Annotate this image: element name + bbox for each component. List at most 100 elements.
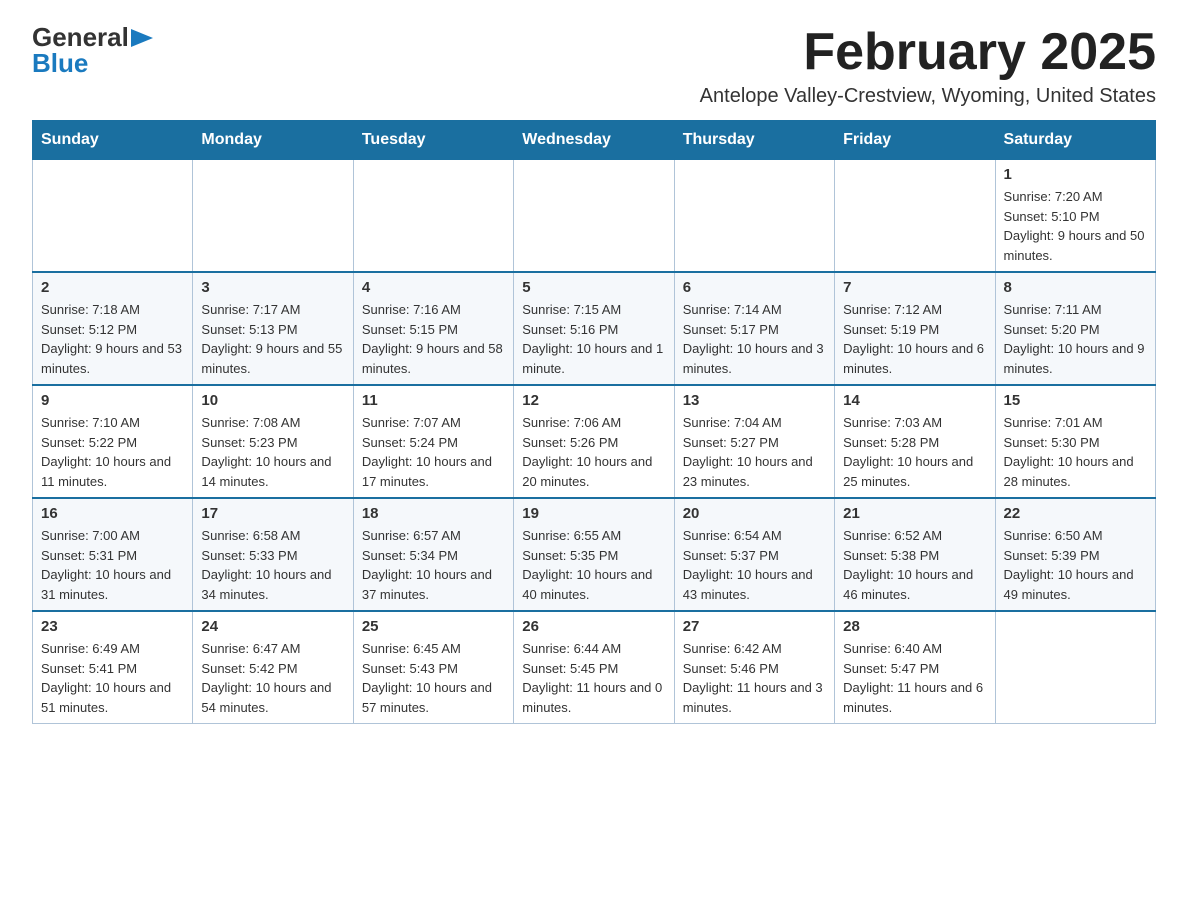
day-number: 13: [683, 392, 826, 409]
calendar-day-cell: [995, 611, 1155, 724]
calendar-day-header: Friday: [835, 121, 995, 160]
calendar-day-header: Wednesday: [514, 121, 674, 160]
day-number: 21: [843, 505, 986, 522]
day-number: 14: [843, 392, 986, 409]
day-number: 26: [522, 618, 665, 635]
day-info: Sunrise: 6:44 AMSunset: 5:45 PMDaylight:…: [522, 639, 665, 717]
day-info: Sunrise: 7:18 AMSunset: 5:12 PMDaylight:…: [41, 300, 184, 378]
calendar-day-header: Monday: [193, 121, 353, 160]
day-number: 17: [201, 505, 344, 522]
calendar-day-cell: 11 Sunrise: 7:07 AMSunset: 5:24 PMDayligh…: [353, 385, 513, 498]
day-number: 27: [683, 618, 826, 635]
day-info: Sunrise: 6:45 AMSunset: 5:43 PMDaylight:…: [362, 639, 505, 717]
day-number: 6: [683, 279, 826, 296]
day-number: 4: [362, 279, 505, 296]
calendar-day-cell: 23 Sunrise: 6:49 AMSunset: 5:41 PMDayligh…: [33, 611, 193, 724]
calendar-day-header: Saturday: [995, 121, 1155, 160]
day-number: 28: [843, 618, 986, 635]
calendar-day-cell: 9Sunrise: 7:10 AMSunset: 5:22 PMDaylight…: [33, 385, 193, 498]
calendar-day-cell: [674, 160, 834, 273]
calendar-week-row: 9Sunrise: 7:10 AMSunset: 5:22 PMDaylight…: [33, 385, 1156, 498]
page-header: General Blue February 2025 Antelope Vall…: [32, 24, 1156, 108]
day-info: Sunrise: 7:20 AMSunset: 5:10 PMDaylight:…: [1004, 187, 1147, 265]
calendar-day-cell: 16 Sunrise: 7:00 AMSunset: 5:31 PMDayligh…: [33, 498, 193, 611]
calendar-day-cell: 12Sunrise: 7:06 AMSunset: 5:26 PMDayligh…: [514, 385, 674, 498]
day-info: Sunrise: 6:57 AMSunset: 5:34 PMDaylight:…: [362, 526, 505, 604]
day-number: 16: [41, 505, 184, 522]
calendar-day-cell: 25Sunrise: 6:45 AMSunset: 5:43 PMDayligh…: [353, 611, 513, 724]
day-info: Sunrise: 7:08 AMSunset: 5:23 PMDaylight:…: [201, 413, 344, 491]
calendar-week-row: 23 Sunrise: 6:49 AMSunset: 5:41 PMDayligh…: [33, 611, 1156, 724]
day-number: 7: [843, 279, 986, 296]
calendar-day-cell: [193, 160, 353, 273]
day-info: Sunrise: 7:15 AMSunset: 5:16 PMDaylight:…: [522, 300, 665, 378]
day-number: 23: [41, 618, 184, 635]
day-number: 22: [1004, 505, 1147, 522]
calendar-day-cell: [835, 160, 995, 273]
logo-arrow-icon: [131, 29, 153, 47]
calendar-day-cell: 19 Sunrise: 6:55 AMSunset: 5:35 PMDayligh…: [514, 498, 674, 611]
calendar-day-cell: [33, 160, 193, 273]
day-info: Sunrise: 6:49 AMSunset: 5:41 PMDaylight:…: [41, 639, 184, 717]
day-info: Sunrise: 7:01 AMSunset: 5:30 PMDaylight:…: [1004, 413, 1147, 491]
day-info: Sunrise: 7:00 AMSunset: 5:31 PMDaylight:…: [41, 526, 184, 604]
day-info: Sunrise: 6:40 AMSunset: 5:47 PMDaylight:…: [843, 639, 986, 717]
calendar-day-cell: [353, 160, 513, 273]
calendar-week-row: 16 Sunrise: 7:00 AMSunset: 5:31 PMDayligh…: [33, 498, 1156, 611]
calendar-header-row: SundayMondayTuesdayWednesdayThursdayFrid…: [33, 121, 1156, 160]
day-info: Sunrise: 7:17 AMSunset: 5:13 PMDaylight:…: [201, 300, 344, 378]
calendar-day-header: Thursday: [674, 121, 834, 160]
day-info: Sunrise: 7:12 AMSunset: 5:19 PMDaylight:…: [843, 300, 986, 378]
day-number: 8: [1004, 279, 1147, 296]
day-info: Sunrise: 6:54 AMSunset: 5:37 PMDaylight:…: [683, 526, 826, 604]
day-info: Sunrise: 7:11 AMSunset: 5:20 PMDaylight:…: [1004, 300, 1147, 378]
month-title: February 2025: [700, 24, 1156, 81]
day-info: Sunrise: 7:04 AMSunset: 5:27 PMDaylight:…: [683, 413, 826, 491]
day-info: Sunrise: 7:16 AMSunset: 5:15 PMDaylight:…: [362, 300, 505, 378]
day-info: Sunrise: 6:55 AMSunset: 5:35 PMDaylight:…: [522, 526, 665, 604]
day-number: 18: [362, 505, 505, 522]
calendar-day-cell: 13 Sunrise: 7:04 AMSunset: 5:27 PMDayligh…: [674, 385, 834, 498]
day-info: Sunrise: 6:58 AMSunset: 5:33 PMDaylight:…: [201, 526, 344, 604]
calendar-day-cell: 18 Sunrise: 6:57 AMSunset: 5:34 PMDayligh…: [353, 498, 513, 611]
title-section: February 2025 Antelope Valley-Crestview,…: [700, 24, 1156, 108]
logo-blue: Blue: [32, 50, 88, 76]
calendar-day-cell: 10 Sunrise: 7:08 AMSunset: 5:23 PMDayligh…: [193, 385, 353, 498]
day-number: 19: [522, 505, 665, 522]
calendar-day-cell: 15 Sunrise: 7:01 AMSunset: 5:30 PMDayligh…: [995, 385, 1155, 498]
calendar-day-header: Tuesday: [353, 121, 513, 160]
calendar-day-cell: 21Sunrise: 6:52 AMSunset: 5:38 PMDayligh…: [835, 498, 995, 611]
calendar-day-cell: 8 Sunrise: 7:11 AMSunset: 5:20 PMDaylight…: [995, 272, 1155, 385]
calendar-day-cell: 5 Sunrise: 7:15 AMSunset: 5:16 PMDaylight…: [514, 272, 674, 385]
day-info: Sunrise: 7:14 AMSunset: 5:17 PMDaylight:…: [683, 300, 826, 378]
calendar-day-cell: 24Sunrise: 6:47 AMSunset: 5:42 PMDayligh…: [193, 611, 353, 724]
day-info: Sunrise: 7:06 AMSunset: 5:26 PMDaylight:…: [522, 413, 665, 491]
calendar-day-cell: 26 Sunrise: 6:44 AMSunset: 5:45 PMDayligh…: [514, 611, 674, 724]
day-number: 20: [683, 505, 826, 522]
calendar-day-cell: 4 Sunrise: 7:16 AMSunset: 5:15 PMDaylight…: [353, 272, 513, 385]
calendar-day-cell: [514, 160, 674, 273]
calendar-day-cell: 1 Sunrise: 7:20 AMSunset: 5:10 PMDaylight…: [995, 160, 1155, 273]
calendar-day-cell: 3 Sunrise: 7:17 AMSunset: 5:13 PMDaylight…: [193, 272, 353, 385]
logo: General Blue: [32, 24, 153, 76]
day-number: 2: [41, 279, 184, 296]
day-number: 15: [1004, 392, 1147, 409]
day-number: 5: [522, 279, 665, 296]
day-number: 10: [201, 392, 344, 409]
day-info: Sunrise: 7:10 AMSunset: 5:22 PMDaylight:…: [41, 413, 184, 491]
calendar-week-row: 2 Sunrise: 7:18 AMSunset: 5:12 PMDaylight…: [33, 272, 1156, 385]
day-number: 24: [201, 618, 344, 635]
logo-general: General: [32, 24, 129, 50]
calendar-day-cell: 7 Sunrise: 7:12 AMSunset: 5:19 PMDaylight…: [835, 272, 995, 385]
calendar-day-cell: 17 Sunrise: 6:58 AMSunset: 5:33 PMDayligh…: [193, 498, 353, 611]
day-info: Sunrise: 6:42 AMSunset: 5:46 PMDaylight:…: [683, 639, 826, 717]
calendar-day-cell: 14 Sunrise: 7:03 AMSunset: 5:28 PMDayligh…: [835, 385, 995, 498]
day-number: 11: [362, 392, 505, 409]
calendar-day-cell: 2 Sunrise: 7:18 AMSunset: 5:12 PMDaylight…: [33, 272, 193, 385]
day-number: 1: [1004, 166, 1147, 183]
day-info: Sunrise: 7:03 AMSunset: 5:28 PMDaylight:…: [843, 413, 986, 491]
calendar-day-cell: 22Sunrise: 6:50 AMSunset: 5:39 PMDayligh…: [995, 498, 1155, 611]
calendar-day-cell: 20 Sunrise: 6:54 AMSunset: 5:37 PMDayligh…: [674, 498, 834, 611]
day-number: 3: [201, 279, 344, 296]
day-info: Sunrise: 7:07 AMSunset: 5:24 PMDaylight:…: [362, 413, 505, 491]
